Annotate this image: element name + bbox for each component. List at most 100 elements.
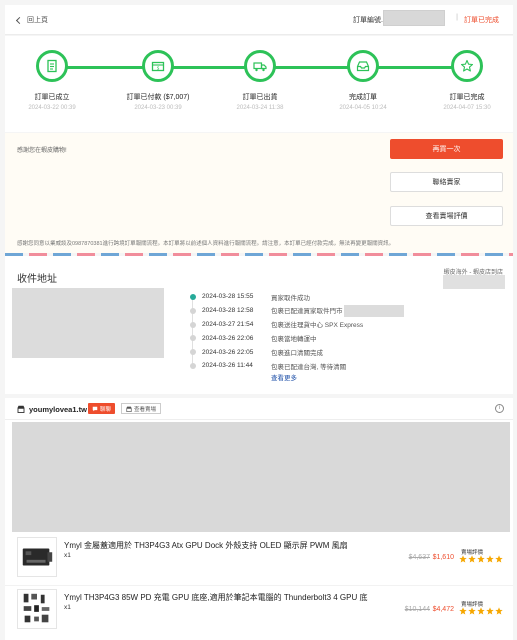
star-icon [468, 607, 476, 615]
star-icon [468, 555, 476, 563]
address-section: 收件地址 蝦皮海外 - 蝦皮店到店 2024-03-28 15:55 買家取件成… [5, 256, 513, 394]
step-label: 訂單已出貨 [242, 94, 278, 101]
step-order-received: 完成訂單 2024-04-05 10:24 [315, 50, 411, 111]
contact-seller-button[interactable]: 聯絡賣家 [390, 172, 503, 192]
timeline-time: 2024-03-26 11:44 [202, 362, 253, 370]
step-order-completed: 訂單已完成 2024-04-07 15:30 [419, 50, 515, 111]
rating-stars [459, 555, 503, 563]
timeline-time: 2024-03-28 15:55 [202, 293, 254, 301]
back-button[interactable]: 回上頁 [15, 15, 48, 25]
shop-header: youmylovea1.tw 聊聊 查看賣場 i [5, 398, 513, 420]
timeline-time: 2024-03-27 21:54 [202, 320, 254, 328]
order-number-redacted [383, 10, 445, 26]
step-label: 完成訂單 [349, 94, 377, 101]
timeline-dot [189, 362, 196, 369]
timeline-row: 2024-03-26 22:06 包裹當地轉運中 [181, 331, 481, 345]
store-name-redacted [343, 304, 404, 317]
star-icon [477, 555, 485, 563]
payment-icon: $ [142, 50, 174, 82]
timeline-dot [189, 335, 196, 342]
chat-button[interactable]: 聊聊 [88, 403, 116, 414]
order-status: 訂單已完成 [464, 17, 499, 24]
order-item[interactable]: Ymyl TH3P4G3 85W PD 充電 GPU 底座,適用於筆記本電腦的 … [5, 585, 513, 631]
star-icon [459, 555, 467, 563]
original-price: $4,637 [408, 554, 430, 561]
timeline-desc: 包裹已配達買家取件門市 [271, 307, 343, 315]
timeline-time: 2024-03-28 12:58 [202, 307, 254, 315]
step-time: 2024-04-05 10:24 [339, 105, 387, 111]
view-shop-button[interactable]: 查看賣場 [121, 403, 162, 414]
truck-icon [244, 50, 276, 82]
step-order-shipped: 訂單已出貨 2024-03-24 11:38 [212, 50, 308, 111]
order-number-label: 訂單編號. [353, 17, 383, 24]
order-header: 回上頁 訂單編號. | 訂單已完成 [5, 5, 513, 35]
timeline-row: 2024-03-26 11:44 包裹已配達台灣, 等待清關 [181, 359, 481, 373]
logistics-timeline: 2024-03-28 15:55 買家取件成功 2024-03-28 12:58… [181, 290, 481, 373]
step-order-placed: 訂單已成立 2024-03-22 00:39 [4, 50, 100, 111]
timeline-desc: 包裹已配達台灣, 等待清關 [271, 363, 347, 371]
shop-banner-redacted [12, 422, 510, 532]
header-separator: | [456, 14, 458, 21]
star-icon [495, 607, 503, 615]
see-more-link[interactable]: 查看更多 [271, 372, 297, 382]
star-icon [451, 50, 483, 82]
thanks-message: 感謝您在蝦皮購物! [17, 148, 67, 154]
shop-section: youmylovea1.tw 聊聊 查看賣場 i Ymyl 金屬蓋適用於 TH3… [5, 398, 513, 640]
customs-notice: 感謝您同意以業威談及0987870381進行跨境訂單報關流程。本訂單將以前述個人… [17, 241, 395, 247]
chevron-left-icon [15, 16, 24, 24]
timeline-dot [189, 349, 196, 356]
order-actions: 感謝您在蝦皮購物! 再買一次 聯絡賣家 查看賣場評價 感謝您同意以業威談及098… [5, 133, 513, 253]
step-time: 2024-03-22 00:39 [28, 105, 76, 111]
product-thumbnail [17, 589, 57, 629]
step-order-paid: $ 訂單已付款 ($7,007) 2024-03-23 00:39 [110, 50, 206, 111]
star-icon [486, 555, 494, 563]
timeline-row: 2024-03-27 21:54 包裹送往理貨中心 SPX Express [181, 318, 481, 332]
shop-name[interactable]: youmylovea1.tw [29, 405, 87, 414]
timeline-row: 2024-03-26 22:05 包裹進口清關完成 [181, 345, 481, 359]
chat-label: 聊聊 [100, 406, 112, 413]
timeline-time: 2024-03-26 22:05 [202, 348, 254, 356]
timeline-desc: 買家取件成功 [271, 294, 310, 302]
step-time: 2024-03-23 00:39 [134, 105, 182, 111]
original-price: $10,144 [404, 606, 430, 613]
info-icon[interactable]: i [495, 404, 504, 413]
timeline-row: 2024-03-28 15:55 買家取件成功 [181, 290, 481, 304]
product-name: Ymyl TH3P4G3 85W PD 充電 GPU 底座,適用於筆記本電腦的 … [64, 593, 368, 602]
product-name: Ymyl 金屬蓋適用於 TH3P4G3 Atx GPU Dock 外殼支持 OL… [64, 541, 348, 550]
star-icon [459, 607, 467, 615]
timeline-row: 2024-03-28 12:58 包裹已配達買家取件門市 [181, 304, 481, 318]
address-title: 收件地址 [17, 274, 57, 285]
product-quantity: x1 [64, 552, 71, 559]
shop-icon [17, 405, 25, 413]
timeline-dot [189, 321, 196, 328]
tracking-number-redacted [443, 275, 505, 289]
product-thumbnail [17, 537, 57, 577]
timeline-dot [189, 294, 196, 300]
back-label: 回上頁 [27, 17, 48, 24]
chat-icon [92, 406, 98, 411]
star-icon [486, 607, 494, 615]
sale-price: $1,610 [432, 554, 454, 561]
view-shop-rating-button[interactable]: 查看賣場評價 [390, 206, 503, 226]
star-icon [477, 607, 485, 615]
timeline-dot [189, 307, 196, 314]
order-item[interactable]: Ymyl 金屬蓋適用於 TH3P4G3 Atx GPU Dock 外殼支持 OL… [5, 534, 513, 580]
timeline-desc-with-redaction: 包裹已配達買家取件門市 [271, 304, 404, 317]
step-label: 訂單已完成 [449, 94, 485, 101]
product-quantity: x1 [64, 604, 71, 611]
rating-stars [459, 607, 503, 615]
step-time: 2024-04-07 15:30 [443, 105, 491, 111]
step-label: 訂單已成立 [34, 94, 70, 101]
timeline-time: 2024-03-26 22:06 [202, 334, 254, 342]
buy-again-button[interactable]: 再買一次 [390, 139, 503, 159]
receipt-icon [36, 50, 68, 82]
step-time: 2024-03-24 11:38 [236, 105, 284, 111]
order-detail-page: 回上頁 訂單編號. | 訂單已完成 訂單已成立 2024-03-22 00:39… [0, 0, 517, 640]
timeline-desc: 包裹進口清關完成 [271, 350, 323, 358]
view-shop-label: 查看賣場 [134, 406, 157, 413]
sale-price: $4,472 [432, 606, 454, 613]
timeline-desc: 包裹當地轉運中 [271, 336, 317, 344]
store-icon [126, 406, 132, 412]
svg-text:$: $ [157, 66, 160, 72]
step-label: 訂單已付款 ($7,007) [126, 94, 190, 101]
